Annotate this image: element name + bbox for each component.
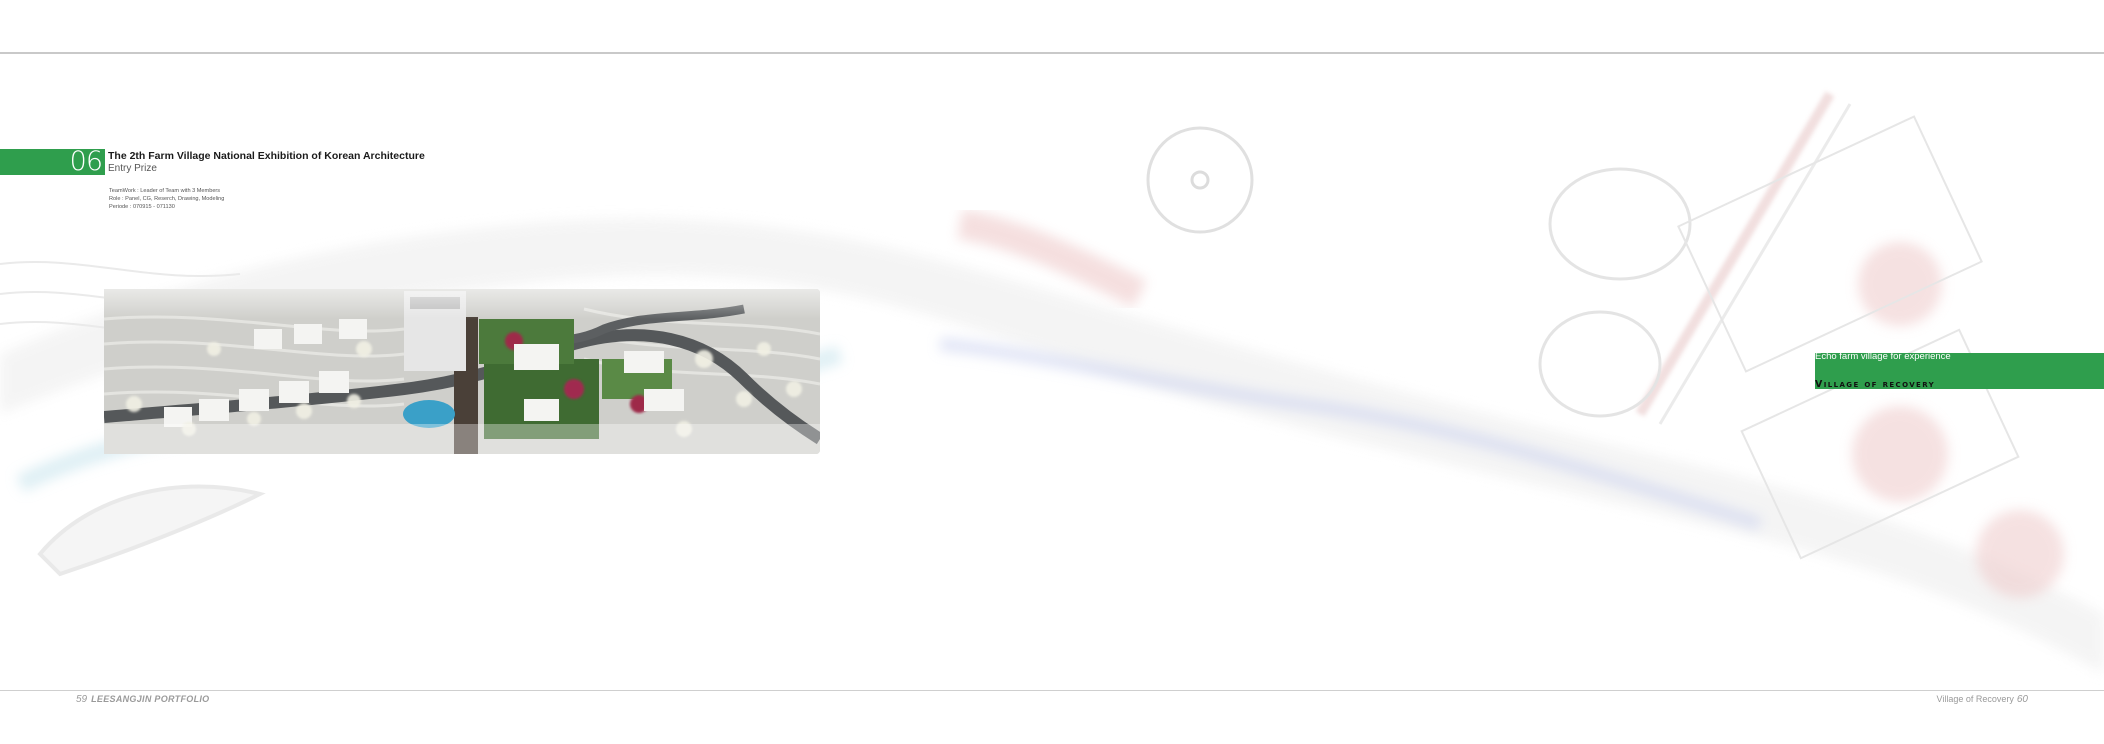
site-model-photo <box>104 289 820 454</box>
project-subtitle: Entry Prize <box>108 163 157 174</box>
tagline: Echo farm village for experience <box>1815 351 1951 362</box>
page-number-left: 59 <box>76 694 88 705</box>
project-title: The 2th Farm Village National Exhibition… <box>108 150 425 162</box>
footer-right: Village of Recovery 60 <box>1937 694 2029 705</box>
detail-period: Periode : 070915 - 071130 <box>109 204 175 210</box>
section-label: Village of Recovery <box>1936 694 2014 704</box>
project-number: 06 <box>0 148 105 175</box>
detail-role: Role : Panel, CG, Reserch, Drawing, Mode… <box>109 196 225 202</box>
portfolio-label: LEESANGJIN PORTFOLIO <box>91 694 210 704</box>
footer-left: 59 LEESANGJIN PORTFOLIO <box>76 694 209 705</box>
project-details: TeamWork : Leader of Team with 3 Members… <box>109 187 224 211</box>
page-number-right: 60 <box>2016 694 2028 705</box>
detail-teamwork: TeamWork : Leader of Team with 3 Members <box>109 188 221 194</box>
site-model-illustration <box>104 289 820 454</box>
section-heading: Village of recovery <box>1815 379 1936 390</box>
bottom-divider <box>0 690 2104 691</box>
